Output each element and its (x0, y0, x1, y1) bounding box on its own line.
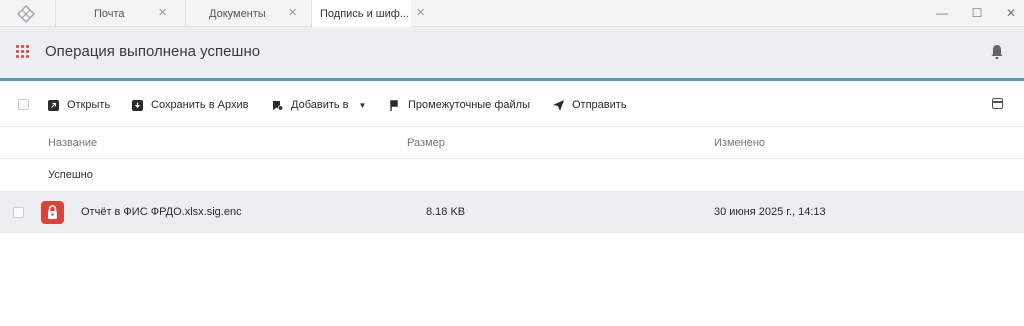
chevron-down-icon: ▼ (358, 100, 367, 110)
lock-icon (41, 201, 64, 224)
column-header-modified[interactable]: Изменено (714, 137, 765, 149)
column-header-name[interactable]: Название (48, 137, 97, 149)
close-icon[interactable]: ✕ (288, 6, 297, 20)
bookmark-add-icon (273, 100, 283, 111)
open-icon (48, 99, 59, 111)
close-icon[interactable]: ✕ (158, 6, 167, 20)
download-icon (132, 99, 143, 111)
layout-icon[interactable] (992, 98, 1003, 109)
save-to-archive-button[interactable]: Сохранить в Архив (132, 97, 248, 113)
grid-icon[interactable] (16, 45, 29, 58)
add-to-label: Добавить в (291, 99, 349, 111)
file-size: 8.18 KB (426, 206, 466, 218)
save-to-archive-label: Сохранить в Архив (151, 99, 249, 111)
tab-sign-encrypt-label: Подпись и шиф... (320, 8, 409, 20)
close-icon[interactable]: ✕ (416, 6, 425, 20)
tab-documents[interactable]: Документы ✕ (185, 0, 311, 27)
minimize-button[interactable]: — (934, 5, 950, 21)
send-label: Отправить (572, 99, 627, 111)
tab-mail-label: Почта (94, 8, 125, 20)
open-button[interactable]: Открыть (48, 97, 110, 113)
tab-documents-label: Документы (209, 8, 266, 20)
flag-icon (390, 99, 398, 111)
bell-icon[interactable] (990, 44, 1004, 60)
divider (0, 158, 1024, 159)
select-all-checkbox[interactable] (18, 99, 29, 110)
group-label: Успешно (48, 169, 93, 181)
intermediate-files-button[interactable]: Промежуточные файлы (389, 97, 530, 113)
add-to-dropdown[interactable]: Добавить в ▼ (272, 97, 366, 113)
page-title: Операция выполнена успешно (45, 43, 261, 60)
send-button[interactable]: Отправить (553, 97, 627, 113)
tab-sign-encrypt[interactable]: Подпись и шиф... ✕ (311, 0, 425, 27)
window-close-button[interactable]: ✕ (1003, 5, 1019, 21)
maximize-button[interactable]: ☐ (969, 5, 985, 21)
file-modified: 30 июня 2025 г., 14:13 (714, 206, 826, 218)
title-bar: Почта ✕ Документы ✕ Подпись и шиф... ✕ —… (0, 0, 1024, 27)
file-name[interactable]: Отчёт в ФИС ФРДО.xlsx.sig.enc (81, 206, 242, 218)
intermediate-files-label: Промежуточные файлы (408, 99, 530, 111)
open-label: Открыть (67, 99, 111, 111)
row-checkbox[interactable] (13, 207, 24, 218)
tab-mail[interactable]: Почта ✕ (55, 0, 185, 27)
send-icon (553, 99, 564, 111)
column-header-size[interactable]: Размер (407, 137, 445, 149)
app-logo-icon (17, 5, 35, 23)
